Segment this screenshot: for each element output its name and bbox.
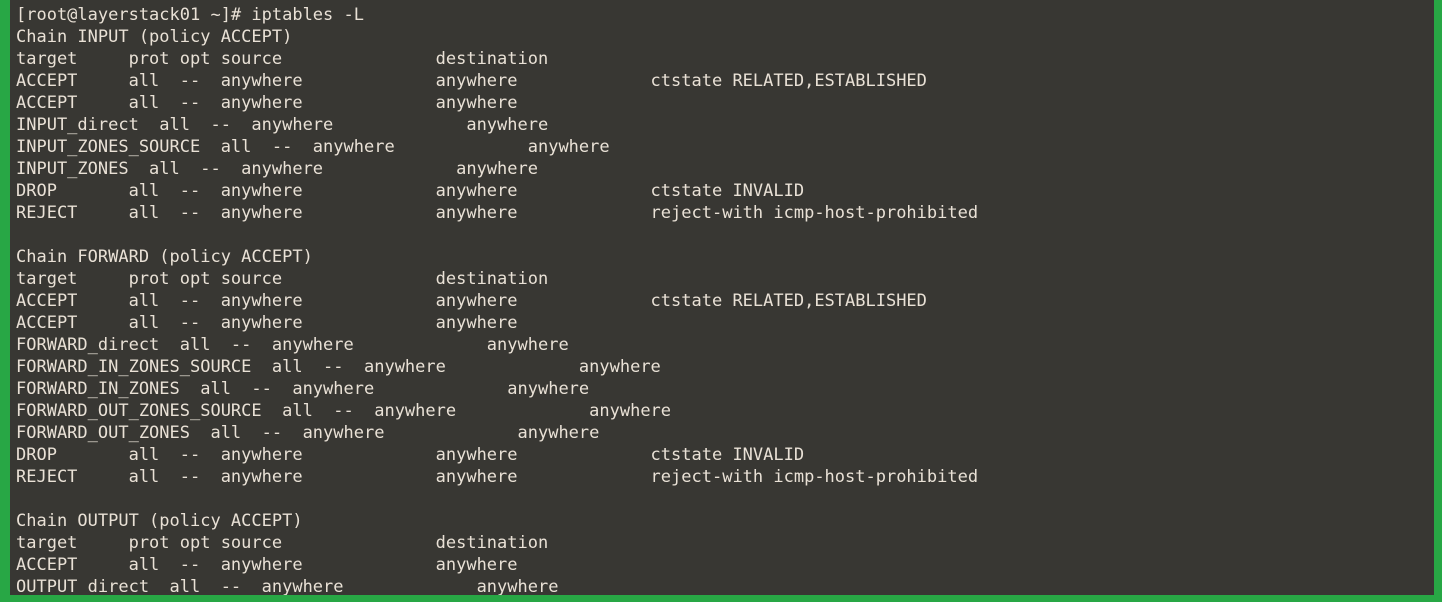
terminal-line: target prot opt source destination bbox=[16, 533, 641, 553]
terminal-line: FORWARD_IN_ZONES all -- anywhere anywher… bbox=[16, 379, 712, 399]
terminal-line: INPUT_ZONES all -- anywhere anywhere bbox=[16, 159, 661, 179]
terminal-window: [root@layerstack01 ~]# iptables -L Chain … bbox=[0, 0, 1442, 602]
terminal-line: ACCEPT all -- anywhere anywhere bbox=[16, 93, 641, 113]
terminal-line: Chain FORWARD (policy ACCEPT) bbox=[16, 247, 313, 267]
terminal-line: ACCEPT all -- anywhere anywhere bbox=[16, 555, 641, 575]
terminal-line: target prot opt source destination bbox=[16, 269, 641, 289]
terminal-line: FORWARD_OUT_ZONES_SOURCE all -- anywhere… bbox=[16, 401, 794, 421]
window-accent-bottom bbox=[0, 595, 1442, 602]
terminal-line: INPUT_direct all -- anywhere anywhere bbox=[16, 115, 672, 135]
terminal-screen[interactable]: [root@layerstack01 ~]# iptables -L Chain … bbox=[10, 0, 1434, 595]
terminal-line: DROP all -- anywhere anywhere ctstate IN… bbox=[16, 445, 805, 465]
terminal-line: Chain INPUT (policy ACCEPT) bbox=[16, 27, 293, 47]
terminal-line: ACCEPT all -- anywhere anywhere ctstate … bbox=[16, 71, 927, 91]
terminal-line: REJECT all -- anywhere anywhere reject-w… bbox=[16, 203, 979, 223]
terminal-line: [root@layerstack01 ~]# iptables -L bbox=[16, 5, 364, 25]
terminal-line: FORWARD_OUT_ZONES all -- anywhere anywhe… bbox=[16, 423, 723, 443]
terminal-line: ACCEPT all -- anywhere anywhere ctstate … bbox=[16, 291, 927, 311]
terminal-line: INPUT_ZONES_SOURCE all -- anywhere anywh… bbox=[16, 137, 733, 157]
terminal-line: REJECT all -- anywhere anywhere reject-w… bbox=[16, 467, 979, 487]
terminal-line: target prot opt source destination bbox=[16, 49, 641, 69]
window-accent-right bbox=[1434, 0, 1442, 602]
window-accent-left bbox=[0, 0, 10, 602]
window-top-strip bbox=[10, 0, 1434, 4]
terminal-line: DROP all -- anywhere anywhere ctstate IN… bbox=[16, 181, 805, 201]
terminal-line: ACCEPT all -- anywhere anywhere bbox=[16, 313, 641, 333]
terminal-line: FORWARD_direct all -- anywhere anywhere bbox=[16, 335, 692, 355]
terminal-output-text: [root@layerstack01 ~]# iptables -L Chain … bbox=[16, 4, 978, 595]
terminal-line: Chain OUTPUT (policy ACCEPT) bbox=[16, 511, 303, 531]
terminal-line: OUTPUT_direct all -- anywhere anywhere bbox=[16, 577, 682, 595]
terminal-line: FORWARD_IN_ZONES_SOURCE all -- anywhere … bbox=[16, 357, 784, 377]
